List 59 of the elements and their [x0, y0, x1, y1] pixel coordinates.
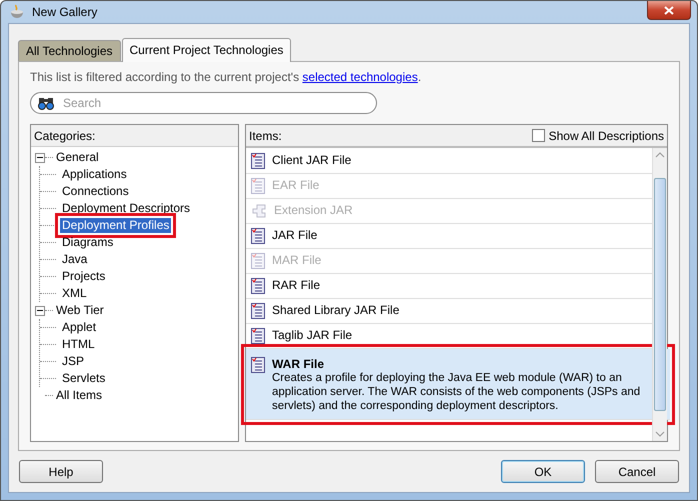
- checkbox[interactable]: [532, 129, 545, 142]
- tree-item[interactable]: Web Tier: [54, 303, 106, 318]
- checkbox-label: Show All Descriptions: [548, 128, 664, 142]
- document-icon: [251, 357, 265, 373]
- scroll-down-icon[interactable]: [655, 431, 665, 437]
- collapse-toggle[interactable]: [35, 152, 45, 162]
- scrollbar[interactable]: [652, 148, 667, 441]
- tree-item[interactable]: Connections: [60, 184, 131, 199]
- item-name: Client JAR File: [272, 153, 352, 167]
- tree-item[interactable]: Deployment Profiles: [60, 218, 172, 233]
- tree-item[interactable]: HTML: [60, 337, 97, 352]
- tab[interactable]: Current Project Technologies: [122, 38, 292, 62]
- document-icon: [251, 228, 265, 244]
- selected-technologies-link[interactable]: selected technologies: [302, 70, 418, 84]
- item-name: Extension JAR: [274, 203, 353, 217]
- tree-item[interactable]: Java: [60, 252, 90, 267]
- document-icon: [251, 278, 265, 294]
- document-icon: [251, 253, 265, 269]
- filter-note: This list is filtered according to the current project's selected technologies.: [30, 70, 422, 84]
- item-description: Creates a profile for deploying the Java EE web module (WAR) to an application server. The WAR consists of the web components (JSPs and servlets) and the corresponding deployment descriptors.: [272, 371, 642, 413]
- scroll-up-icon[interactable]: [655, 152, 665, 158]
- tree-item[interactable]: Servlets: [60, 371, 108, 386]
- item-name: WAR File: [272, 357, 326, 371]
- binoculars-icon: [38, 96, 54, 110]
- categories-label: Categories:: [34, 128, 96, 142]
- gallery-item[interactable]: JAR File: [246, 224, 652, 249]
- tree-item[interactable]: XML: [60, 286, 89, 301]
- search-field[interactable]: Search: [30, 92, 377, 114]
- document-icon: [251, 303, 265, 319]
- dialog-button[interactable]: OK: [501, 460, 585, 483]
- tree-item[interactable]: JSP: [60, 354, 86, 369]
- item-name: RAR File: [272, 278, 320, 292]
- document-icon: [251, 328, 265, 344]
- document-icon: [251, 153, 265, 169]
- tree-item[interactable]: Diagrams: [60, 235, 116, 250]
- item-name: MAR File: [272, 253, 322, 267]
- items-label: Items:: [249, 128, 282, 142]
- document-icon: [251, 178, 265, 194]
- dialog-button[interactable]: Cancel: [595, 460, 679, 483]
- tree-item[interactable]: General: [54, 150, 101, 165]
- tree-item[interactable]: Applet: [60, 320, 98, 335]
- item-name: Taglib JAR File: [272, 328, 352, 342]
- tree-item[interactable]: Applications: [60, 167, 129, 182]
- tree-item[interactable]: Projects: [60, 269, 108, 284]
- dialog-button[interactable]: Help: [19, 460, 103, 483]
- close-icon: [664, 6, 674, 14]
- gallery-item[interactable]: Shared Library JAR File: [246, 299, 652, 324]
- item-name: Shared Library JAR File: [272, 303, 400, 317]
- gallery-item[interactable]: Client JAR File: [246, 149, 652, 174]
- tree-item[interactable]: Deployment Descriptors: [60, 201, 192, 216]
- collapse-toggle[interactable]: [35, 306, 45, 316]
- tab[interactable]: All Technologies: [18, 40, 121, 61]
- item-name: JAR File: [272, 228, 318, 242]
- tree-item[interactable]: All Items: [54, 388, 104, 403]
- gallery-item[interactable]: RAR File: [246, 274, 652, 299]
- window-title: New Gallery: [32, 5, 98, 19]
- close-button[interactable]: [647, 1, 691, 20]
- plugin-icon: [251, 203, 267, 219]
- item-name: EAR File: [272, 178, 320, 192]
